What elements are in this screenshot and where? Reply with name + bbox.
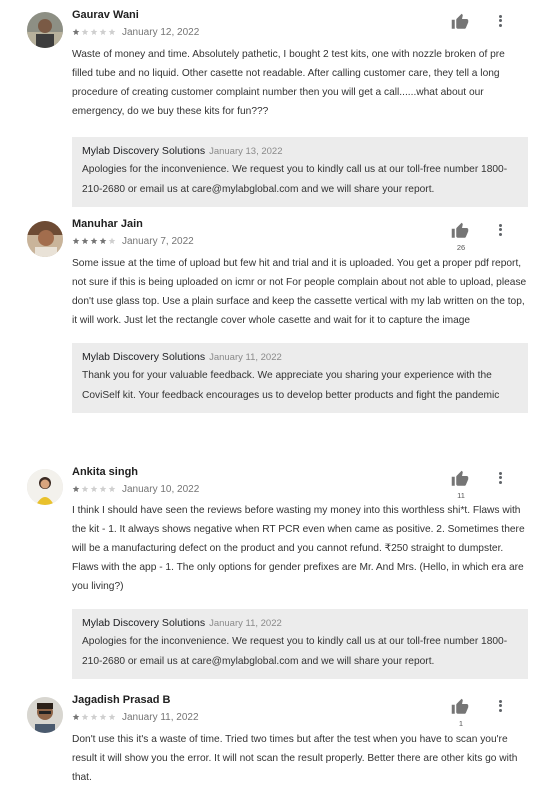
review-item: Jagadish Prasad B January 11, 2022 Don't… [0,693,557,787]
reply-date: January 11, 2022 [209,352,282,363]
review-date: January 11, 2022 [122,711,199,723]
reply-developer: Mylab Discovery Solutions [82,617,206,629]
thumbs-up-icon[interactable] [451,470,469,488]
star-empty-icon [99,28,107,35]
star-empty-icon [81,485,89,492]
review-item: Ankita singh January 10, 2022 I think I … [0,465,557,679]
star-filled-icon [72,713,80,720]
reply-text: Apologies for the inconvenience. We requ… [82,164,508,195]
reply-text: Apologies for the inconvenience. We requ… [82,636,508,667]
thumbs-up-icon[interactable] [451,222,469,240]
review-text: Some issue at the time of upload but few… [72,258,527,326]
developer-reply: Mylab Discovery Solutions January 13, 20… [72,137,528,207]
developer-reply: Mylab Discovery Solutions January 11, 20… [72,609,528,679]
more-vert-icon[interactable] [495,470,505,486]
star-rating [72,237,116,245]
star-empty-icon [81,28,89,35]
review-date: January 10, 2022 [122,483,200,495]
star-empty-icon [99,485,107,492]
star-empty-icon [108,485,116,492]
review-text: I think I should have seen the reviews b… [72,505,525,592]
star-filled-icon [72,237,80,244]
star-filled-icon [81,237,89,244]
review-text: Don't use this it's a waste of time. Tri… [72,734,518,783]
star-filled-icon [99,237,107,244]
review-item: Manuhar Jain January 7, 2022 Some issue … [0,217,557,413]
star-empty-icon [81,713,89,720]
reply-text: Thank you for your valuable feedback. We… [82,370,500,401]
review-item: Gaurav Wani January 12, 2022 Waste of mo… [0,8,557,207]
thumbs-up-icon[interactable] [451,698,469,716]
more-vert-icon[interactable] [495,222,505,238]
star-empty-icon [99,713,107,720]
thumbs-up-icon[interactable] [451,13,469,31]
review-text: Waste of money and time. Absolutely path… [72,49,505,117]
more-vert-icon[interactable] [495,13,505,29]
helpful-count: 26 [456,243,466,252]
star-empty-icon [108,237,116,244]
review-date: January 12, 2022 [122,26,200,38]
reply-date: January 13, 2022 [209,146,283,157]
reply-developer: Mylab Discovery Solutions [82,351,206,363]
avatar [27,469,63,505]
star-filled-icon [72,28,80,35]
reply-date: January 11, 2022 [209,618,282,629]
star-empty-icon [90,713,98,720]
star-empty-icon [108,713,116,720]
star-filled-icon [90,237,98,244]
star-filled-icon [72,485,80,492]
reply-developer: Mylab Discovery Solutions [82,145,206,157]
star-empty-icon [108,28,116,35]
star-rating [72,485,116,493]
more-vert-icon[interactable] [495,698,505,714]
helpful-count: 1 [458,719,464,728]
star-empty-icon [90,28,98,35]
star-empty-icon [90,485,98,492]
star-rating [72,28,116,36]
avatar [27,697,63,733]
star-rating [72,713,116,721]
avatar [27,221,63,257]
review-date: January 7, 2022 [122,235,194,247]
developer-reply: Mylab Discovery Solutions January 11, 20… [72,343,528,413]
helpful-count: 11 [457,491,465,500]
avatar [27,12,63,48]
